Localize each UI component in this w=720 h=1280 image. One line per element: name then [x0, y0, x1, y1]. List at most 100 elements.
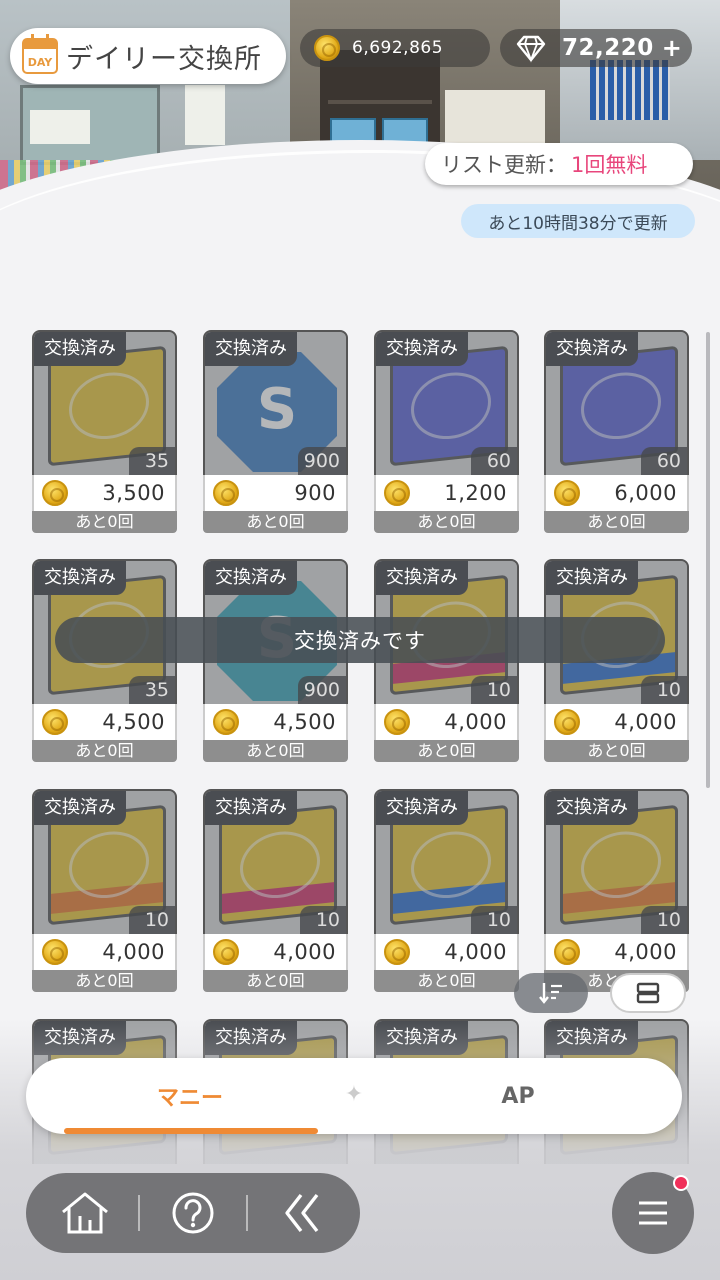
tab-ap[interactable]: AP [368, 1058, 668, 1134]
item-quantity: 60 [471, 447, 517, 475]
price-row: 1,200 [374, 475, 519, 511]
gem-balance-value: 72,220 [562, 35, 654, 61]
item-quantity: 10 [300, 906, 346, 934]
price-row: 3,500 [32, 475, 177, 511]
exchanged-tag: 交換済み [34, 791, 126, 825]
item-price: 4,500 [273, 710, 336, 734]
coin-icon [213, 939, 239, 965]
home-button[interactable] [30, 1173, 140, 1253]
item-quantity: 10 [641, 906, 687, 934]
remaining-count: あと0回 [203, 511, 348, 533]
item-thumbnail: 交換済み 10 [32, 789, 177, 934]
price-row: 4,500 [203, 704, 348, 740]
coin-icon [554, 480, 580, 506]
coin-icon [554, 939, 580, 965]
exchanged-tag: 交換済み [376, 791, 468, 825]
exchanged-tag: 交換済み [546, 561, 638, 595]
remaining-count: あと0回 [544, 740, 689, 762]
item-price: 4,000 [273, 940, 336, 964]
item-thumbnail: 交換済み 10 [203, 789, 348, 934]
coin-icon [314, 35, 340, 61]
price-row: 4,000 [203, 934, 348, 970]
exchanged-toast: 交換済みです [55, 617, 665, 663]
coin-icon [384, 709, 410, 735]
list-refresh-button[interactable]: リスト更新： 1回無料 [425, 143, 693, 185]
exchanged-tag: 交換済み [34, 561, 126, 595]
price-row: 4,000 [374, 704, 519, 740]
item-quantity: 10 [641, 676, 687, 704]
sort-button[interactable] [514, 973, 588, 1013]
back-icon [285, 1193, 319, 1233]
calendar-day-icon: DAY [22, 34, 58, 74]
item-thumbnail: 交換済み 60 [544, 330, 689, 475]
exchanged-tag: 交換済み [376, 561, 468, 595]
exchange-item-card[interactable]: 交換済み 35 3,500 あと0回 [32, 330, 177, 533]
tab-money[interactable]: マニー [40, 1058, 340, 1134]
price-row: 4,000 [544, 704, 689, 740]
exchange-item-card[interactable]: 交換済み 60 6,000 あと0回 [544, 330, 689, 533]
add-gems-button[interactable]: + [662, 34, 682, 62]
coin-icon [42, 709, 68, 735]
price-row: 4,000 [544, 934, 689, 970]
coin-icon [384, 939, 410, 965]
item-price: 4,000 [444, 940, 507, 964]
menu-icon [639, 1201, 667, 1225]
active-tab-indicator [64, 1128, 318, 1134]
item-price: 900 [294, 481, 336, 505]
item-thumbnail: 交換済み 60 [374, 330, 519, 475]
bottom-nav [26, 1173, 360, 1253]
exchange-item-card[interactable]: 交換済み 10 4,000 あと0回 [374, 789, 519, 992]
item-quantity: 900 [297, 447, 346, 475]
help-button[interactable] [138, 1173, 248, 1253]
help-icon [172, 1192, 214, 1234]
item-thumbnail: 交換済み 10 [374, 789, 519, 934]
item-price: 4,000 [102, 940, 165, 964]
remaining-count: あと0回 [203, 970, 348, 992]
exchanged-tag: 交換済み [205, 332, 297, 366]
item-thumbnail: 交換済み 10 [544, 789, 689, 934]
view-toggle-button[interactable] [610, 973, 686, 1013]
sort-icon [539, 983, 562, 1004]
item-price: 3,500 [102, 481, 165, 505]
remaining-count: あと0回 [32, 970, 177, 992]
exchanged-tag: 交換済み [546, 791, 638, 825]
coin-icon [554, 709, 580, 735]
exchange-item-card[interactable]: 交換済み 60 1,200 あと0回 [374, 330, 519, 533]
item-price: 1,200 [444, 481, 507, 505]
tab-divider-icon: ✦ [344, 1082, 364, 1107]
exchanged-tag: 交換済み [34, 332, 126, 366]
item-thumbnail: S交換済み900 [203, 330, 348, 475]
exchanged-tag: 交換済み [205, 791, 297, 825]
item-quantity: 10 [471, 676, 517, 704]
remaining-count: あと0回 [32, 511, 177, 533]
coin-balance: 6,692,865 [300, 29, 490, 67]
notification-badge [673, 1175, 689, 1191]
remaining-count: あと0回 [374, 740, 519, 762]
item-price: 4,500 [102, 710, 165, 734]
remaining-count: あと0回 [374, 511, 519, 533]
coin-icon [42, 480, 68, 506]
exchange-item-card[interactable]: 交換済み 10 4,000 あと0回 [203, 789, 348, 992]
refresh-timer: あと10時間38分で更新 [461, 204, 695, 238]
exchange-item-card[interactable]: 交換済み104,000あと0回 [544, 789, 689, 992]
exchange-item-card[interactable]: 交換済み 10 4,000 あと0回 [32, 789, 177, 992]
coin-balance-value: 6,692,865 [352, 38, 444, 58]
remaining-count: あと0回 [374, 970, 519, 992]
item-quantity: 35 [129, 447, 175, 475]
page-title: デイリー交換所 [66, 43, 262, 75]
coin-icon [384, 480, 410, 506]
gem-balance[interactable]: 72,220 + [500, 29, 692, 67]
item-quantity: 35 [129, 676, 175, 704]
item-quantity: 10 [471, 906, 517, 934]
price-row: 4,000 [374, 934, 519, 970]
refresh-label: リスト更新： [441, 153, 567, 177]
list-view-icon [636, 982, 660, 1004]
item-price: 6,000 [614, 481, 677, 505]
back-button[interactable] [248, 1173, 358, 1253]
grid-scrollbar[interactable] [706, 332, 710, 788]
item-quantity: 10 [129, 906, 175, 934]
item-price: 4,000 [444, 710, 507, 734]
price-row: 4,500 [32, 704, 177, 740]
exchange-item-card[interactable]: S 交換済み 900 900 あと0回 [203, 330, 348, 533]
item-price: 4,000 [614, 710, 677, 734]
